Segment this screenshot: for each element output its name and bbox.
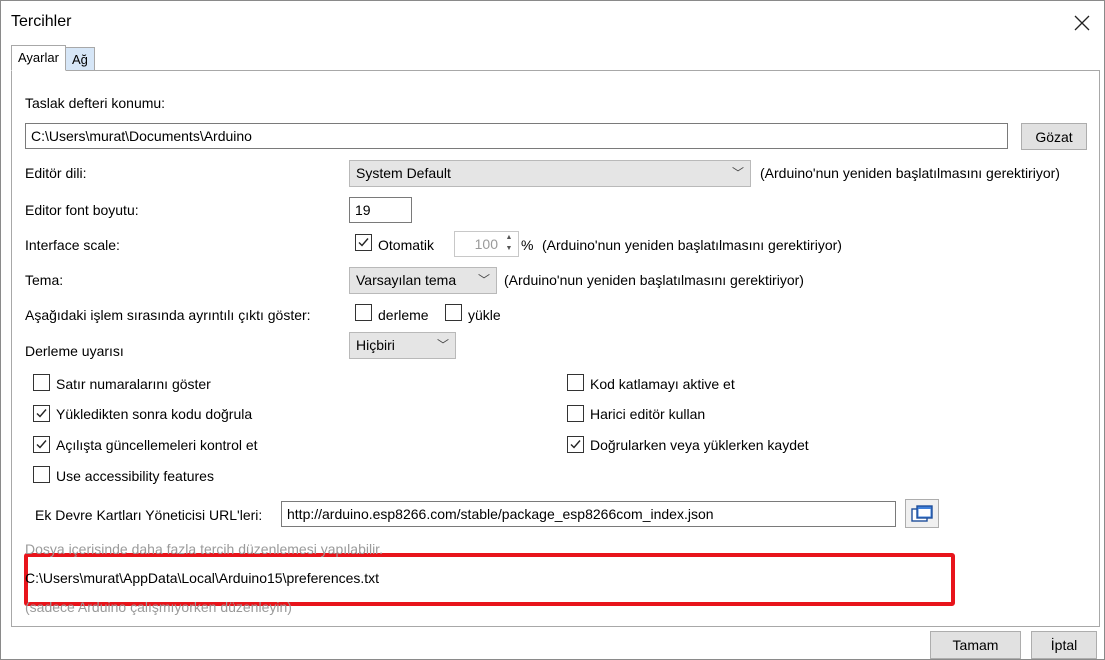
verify-after-upload-label: Yükledikten sonra kodu doğrula xyxy=(56,406,253,422)
scale-unit: % xyxy=(521,237,534,253)
browse-button[interactable]: Gözat xyxy=(1021,123,1087,150)
close-button[interactable] xyxy=(1068,9,1096,37)
interface-scale-note: (Arduino'nun yeniden başlatılmasını gere… xyxy=(542,237,842,253)
chevron-down-icon: ﹀ xyxy=(477,273,490,287)
ok-button[interactable]: Tamam xyxy=(930,631,1021,659)
auto-scale-checkbox[interactable] xyxy=(355,234,372,251)
settings-panel: Taslak defteri konumu: C:\Users\murat\Do… xyxy=(11,70,1100,627)
line-numbers-label: Satır numaralarını göster xyxy=(56,376,211,392)
verbose-upload-checkbox[interactable] xyxy=(445,304,462,321)
editor-language-select[interactable]: System Default ﹀ xyxy=(349,160,751,187)
edit-note: (sadece Arduino çalışmıyorken düzenleyin… xyxy=(25,599,292,615)
tab-network[interactable]: Ağ xyxy=(65,47,95,71)
board-urls-edit-button[interactable] xyxy=(905,499,939,528)
verbose-upload-label: yükle xyxy=(468,307,501,323)
cancel-button[interactable]: İptal xyxy=(1031,631,1097,659)
chevron-down-icon: ﹀ xyxy=(436,338,449,352)
theme-note: (Arduino'nun yeniden başlatılmasını gere… xyxy=(504,272,804,288)
external-editor-label: Harici editör kullan xyxy=(590,406,706,422)
verify-after-upload-checkbox[interactable] xyxy=(33,405,50,422)
compiler-warnings-value: Hiçbiri xyxy=(356,337,395,353)
check-updates-label: Açılışta güncellemeleri kontrol et xyxy=(56,437,258,453)
checkmark-icon xyxy=(36,409,47,418)
checkmark-icon xyxy=(36,440,47,449)
more-prefs-note: Dosya içerisinde daha fazla tercih düzen… xyxy=(25,541,383,557)
spinner-up-icon: ▲ xyxy=(505,234,513,241)
prefs-file-path[interactable]: C:\Users\murat\AppData\Local\Arduino15\p… xyxy=(25,570,379,586)
close-icon xyxy=(1074,15,1090,31)
sketchbook-label: Taslak defteri konumu: xyxy=(25,95,166,111)
line-numbers-checkbox[interactable] xyxy=(33,374,50,391)
editor-language-label: Editör dili: xyxy=(25,165,87,181)
code-folding-checkbox[interactable] xyxy=(567,374,584,391)
auto-scale-label: Otomatik xyxy=(378,237,435,253)
code-folding-label: Kod katlamayı aktive et xyxy=(590,376,735,392)
theme-label: Tema: xyxy=(25,272,64,288)
verbose-compile-checkbox[interactable] xyxy=(355,304,372,321)
scale-spinner[interactable]: ▲ ▼ xyxy=(502,232,516,256)
tab-settings[interactable]: Ayarlar xyxy=(11,45,66,71)
checkmark-icon xyxy=(570,440,581,449)
spinner-down-icon: ▼ xyxy=(505,245,513,252)
verbose-label: Aşağıdaki işlem sırasında ayrıntılı çıkt… xyxy=(25,307,311,323)
title-bar: Tercihler xyxy=(1,1,1104,45)
dialog-title: Tercihler xyxy=(11,13,72,30)
checkmark-icon xyxy=(358,238,369,247)
chevron-down-icon: ﹀ xyxy=(731,166,744,180)
window-list-icon xyxy=(911,504,933,522)
tab-bar: Ayarlar Ağ xyxy=(11,45,95,71)
board-urls-input[interactable]: http://arduino.esp8266.com/stable/packag… xyxy=(281,501,896,527)
interface-scale-label: Interface scale: xyxy=(25,237,120,253)
accessibility-label: Use accessibility features xyxy=(56,468,214,484)
check-updates-checkbox[interactable] xyxy=(33,436,50,453)
verbose-compile-label: derleme xyxy=(378,307,429,323)
editor-language-value: System Default xyxy=(356,165,451,181)
compiler-warnings-select[interactable]: Hiçbiri ﹀ xyxy=(349,332,456,359)
board-urls-label: Ek Devre Kartları Yöneticisi URL'leri: xyxy=(35,507,263,523)
sketchbook-path-input[interactable]: C:\Users\murat\Documents\Arduino xyxy=(25,123,1008,149)
preferences-dialog: Tercihler Ayarlar Ağ Taslak defteri konu… xyxy=(0,0,1105,660)
accessibility-checkbox[interactable] xyxy=(33,466,50,483)
font-size-label: Editor font boyutu: xyxy=(25,202,139,218)
save-on-verify-checkbox[interactable] xyxy=(567,436,584,453)
editor-language-note: (Arduino'nun yeniden başlatılmasını gere… xyxy=(760,165,1060,181)
compiler-warnings-label: Derleme uyarısı xyxy=(25,343,124,359)
theme-value: Varsayılan tema xyxy=(356,272,457,288)
save-on-verify-label: Doğrularken veya yüklerken kaydet xyxy=(590,437,809,453)
font-size-input[interactable]: 19 xyxy=(349,197,412,223)
theme-select[interactable]: Varsayılan tema ﹀ xyxy=(349,267,497,294)
external-editor-checkbox[interactable] xyxy=(567,405,584,422)
